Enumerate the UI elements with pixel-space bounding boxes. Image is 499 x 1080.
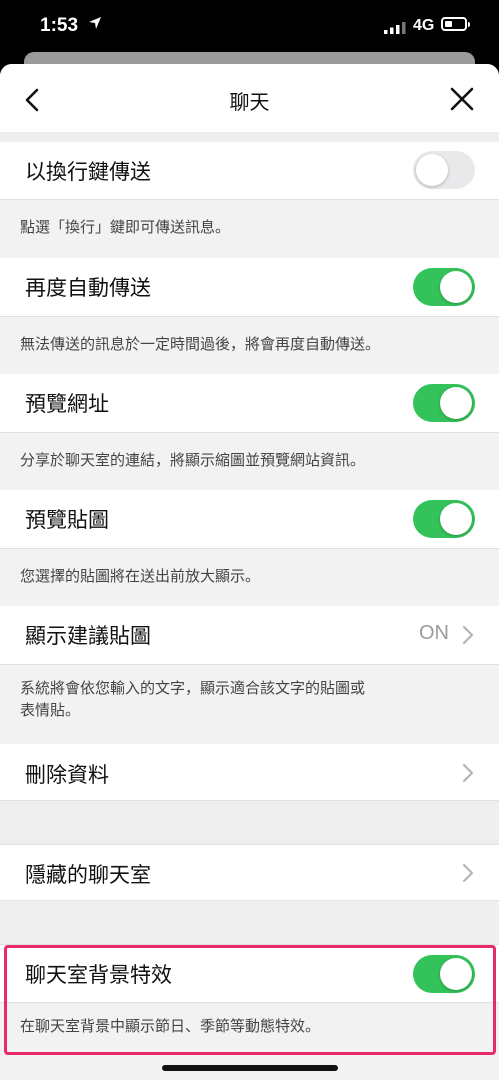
- setting-auto-resend[interactable]: 再度自動傳送: [0, 258, 499, 316]
- chevron-right-icon: [462, 625, 474, 645]
- close-icon[interactable]: [449, 86, 475, 112]
- url-preview-toggle[interactable]: [413, 384, 475, 422]
- auto-resend-toggle[interactable]: [413, 268, 475, 306]
- suggested-stickers-value: ON: [419, 622, 449, 644]
- setting-description: 系統將會依您輸入的文字，顯示適合該文字的貼圖或 表情貼。: [0, 664, 499, 744]
- setting-description: 您選擇的貼圖將在送出前放大顯示。: [0, 548, 499, 606]
- status-time: 1:53: [40, 15, 79, 36]
- setting-label: 再度自動傳送: [25, 276, 151, 300]
- setting-description: 點選「換行」鍵即可傳送訊息。: [0, 199, 499, 258]
- chat-background-effects-toggle[interactable]: [413, 955, 475, 993]
- setting-label: 以換行鍵傳送: [25, 160, 151, 184]
- sticker-preview-toggle[interactable]: [413, 500, 475, 538]
- setting-suggested-stickers[interactable]: 顯示建議貼圖 ON: [0, 606, 499, 664]
- setting-label: 預覽網址: [25, 392, 109, 416]
- status-bar: 1:53 4G: [0, 0, 499, 56]
- network-type: 4G: [413, 17, 435, 34]
- setting-delete-data[interactable]: 刪除資料: [0, 744, 499, 801]
- setting-description: 無法傳送的訊息於一定時間過後，將會再度自動傳送。: [0, 316, 499, 374]
- setting-sticker-preview[interactable]: 預覽貼圖: [0, 490, 499, 548]
- chevron-right-icon: [462, 763, 474, 783]
- navigation-bar: 聊天: [0, 64, 499, 132]
- description-line: 系統將會依您輸入的文字，顯示適合該文字的貼圖或: [20, 679, 366, 697]
- setting-send-with-enter[interactable]: 以換行鍵傳送: [0, 142, 499, 199]
- setting-label: 顯示建議貼圖: [25, 624, 151, 648]
- description-line: 表情貼。: [20, 701, 81, 719]
- setting-hidden-chats[interactable]: 隱藏的聊天室: [0, 844, 499, 901]
- setting-label: 刪除資料: [25, 763, 109, 787]
- location-arrow-icon: [89, 17, 101, 29]
- setting-label: 隱藏的聊天室: [25, 863, 151, 887]
- battery-icon: [441, 17, 470, 31]
- setting-label: 聊天室背景特效: [25, 963, 172, 987]
- send-with-enter-toggle[interactable]: [413, 151, 475, 189]
- home-indicator: [162, 1065, 338, 1071]
- setting-label: 預覽貼圖: [25, 508, 109, 532]
- page-title: 聊天: [229, 90, 270, 114]
- chat-settings-sheet: 聊天 以換行鍵傳送 點選「換行」鍵即可傳送訊息。 再度自動傳送 無法傳送的訊息於…: [0, 64, 499, 1080]
- setting-url-preview[interactable]: 預覽網址: [0, 374, 499, 432]
- setting-chat-background-effects[interactable]: 聊天室背景特效: [0, 944, 499, 1002]
- cellular-signal-icon: [384, 22, 406, 34]
- setting-description: 分享於聊天室的連結，將顯示縮圖並預覽網站資訊。: [0, 432, 499, 490]
- chevron-right-icon: [462, 863, 474, 883]
